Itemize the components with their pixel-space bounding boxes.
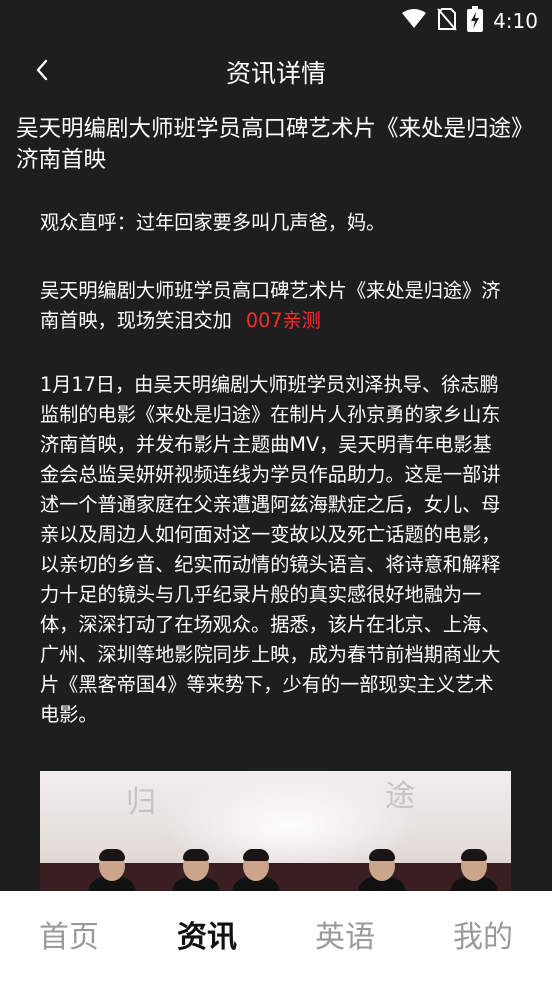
page-title: 资讯详情 — [225, 59, 326, 88]
article-paragraph: 观众直呼：过年回家要多叫几声爸，妈。 — [40, 211, 386, 234]
nav-item-english[interactable]: 英语 — [276, 891, 414, 983]
nav-item-home[interactable]: 首页 — [0, 891, 138, 983]
status-bar: 4:10 — [0, 0, 552, 38]
status-icons: 4:10 — [401, 6, 538, 36]
battery-charging-icon — [467, 6, 484, 36]
nav-item-mine[interactable]: 我的 — [414, 891, 552, 983]
no-sim-icon — [437, 7, 457, 35]
app-bar: 资讯详情 — [0, 38, 552, 106]
bottom-nav: 首页 资讯 英语 我的 — [0, 891, 552, 983]
article-photo: 归 途 — [40, 771, 511, 901]
article-paragraph: 吴天明编剧大师班学员高口碑艺术片《来处是归途》济南首映，现场笑泪交加 007亲测 — [40, 276, 510, 336]
status-time: 4:10 — [493, 9, 538, 33]
wifi-icon — [401, 9, 427, 33]
source-link[interactable]: 007亲测 — [246, 309, 321, 332]
photo-backdrop-lettering: 途 — [385, 779, 415, 814]
article-title: 吴天明编剧大师班学员高口碑艺术片《来处是归途》济南首映 — [16, 116, 534, 173]
nav-item-news[interactable]: 资讯 — [138, 891, 276, 983]
photo-backdrop-lettering: 归 — [126, 785, 156, 820]
article-paragraph: 1月17日，由吴天明编剧大师班学员刘泽执导、徐志鹏监制的电影《来处是归途》在制片… — [40, 373, 501, 726]
